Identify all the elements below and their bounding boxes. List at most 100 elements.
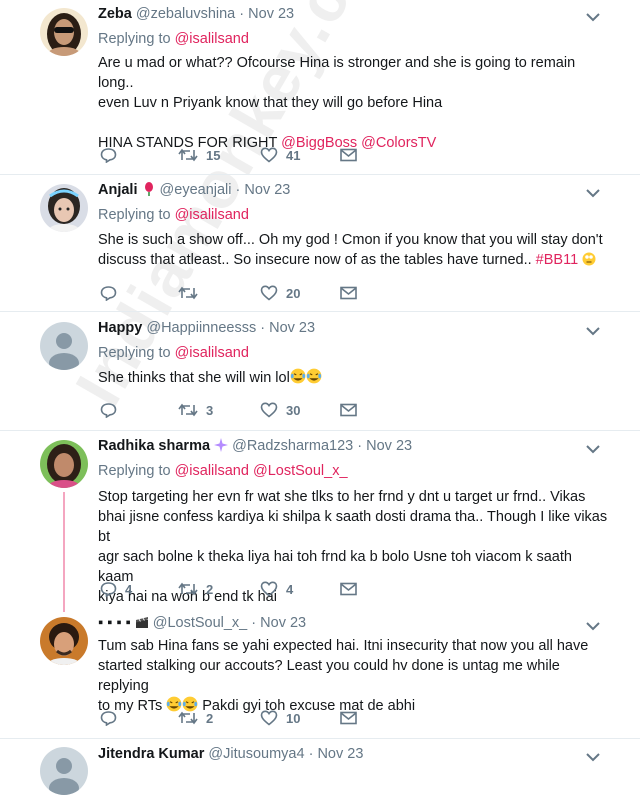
display-name[interactable]: Radhika sharma (98, 438, 210, 454)
mention-link[interactable]: @isalilsand (175, 207, 249, 223)
tweet-text-segment: She thinks that she will win lol (98, 370, 290, 386)
tweet-header: Happy @Happiinneesss · Nov 23 (98, 320, 315, 340)
username[interactable]: @Jitusoumya4 (208, 746, 304, 762)
like-button[interactable]: 4 (260, 579, 293, 599)
replying-to: Replying to @isalilsand (98, 345, 249, 361)
like-button[interactable]: 30 (260, 400, 300, 420)
dot-separator: · (308, 746, 314, 762)
tweet-header: Jitendra Kumar @Jitusoumya4 · Nov 23 (98, 746, 363, 766)
timestamp[interactable]: Nov 23 (269, 320, 315, 336)
retweet-count: 3 (206, 402, 214, 418)
timestamp[interactable]: Nov 23 (366, 438, 412, 454)
username[interactable]: @LostSoul_x_ (153, 615, 248, 631)
envelope-icon (340, 403, 357, 417)
chevron-down-icon[interactable] (586, 752, 600, 762)
display-name[interactable]: Anjali (98, 182, 137, 198)
message-button[interactable] (340, 145, 357, 165)
timestamp[interactable]: Nov 23 (260, 615, 306, 631)
divider (0, 430, 640, 431)
dot-separator: · (357, 438, 363, 454)
tweet-actions: 2 10 (100, 708, 400, 728)
tweet-actions: 20 (100, 283, 400, 303)
tweet-line: even Luv n Priyank know that they will g… (98, 95, 443, 111)
tweet-actions: 15 41 (100, 145, 400, 165)
like-count: 20 (286, 285, 301, 301)
timestamp[interactable]: Nov 23 (244, 182, 290, 198)
display-name[interactable]: Zeba (98, 6, 132, 22)
reply-button[interactable] (100, 283, 117, 303)
mention-link[interactable]: @isalilsand (175, 31, 249, 47)
reply-button[interactable]: 4 (100, 579, 132, 599)
reply-icon (100, 403, 117, 418)
tweet-line: started stalking our accouts? Least you … (98, 658, 560, 694)
retweet-button[interactable] (178, 283, 206, 303)
reply-icon (100, 286, 117, 301)
message-button[interactable] (340, 400, 357, 420)
retweet-button[interactable]: 2 (178, 579, 213, 599)
retweet-button[interactable]: 2 (178, 708, 213, 728)
avatar[interactable] (40, 184, 88, 232)
display-name[interactable]: Happy (98, 320, 142, 336)
eye-roll-emoji-icon (582, 252, 596, 266)
tweet-line: Are u mad or what?? Ofcourse Hina is str… (98, 55, 576, 91)
like-button[interactable]: 20 (260, 283, 300, 303)
mention-link[interactable]: @LostSoul_x_ (253, 463, 348, 479)
retweet-icon (178, 711, 198, 725)
thread-line (63, 492, 65, 612)
username[interactable]: @zebaluvshina (136, 6, 235, 22)
username[interactable]: @Radzsharma123 (232, 438, 353, 454)
display-name[interactable]: Jitendra Kumar (98, 746, 204, 762)
message-button[interactable] (340, 708, 357, 728)
dot-separator: · (239, 6, 245, 22)
chevron-down-icon[interactable] (586, 621, 600, 631)
replying-to: Replying to @isalilsand (98, 31, 249, 47)
reply-button[interactable] (100, 400, 117, 420)
avatar[interactable] (40, 617, 88, 665)
avatar[interactable] (40, 322, 88, 370)
timestamp[interactable]: Nov 23 (317, 746, 363, 762)
tweet-text: She is such a show off... Oh my god ! Cm… (98, 230, 608, 270)
envelope-icon (340, 148, 357, 162)
tweet-line: She is such a show off... Oh my god ! Cm… (98, 232, 603, 248)
like-count: 30 (286, 402, 301, 418)
message-button[interactable] (340, 579, 357, 599)
mention-link[interactable]: @isalilsand (175, 463, 249, 479)
like-button[interactable]: 41 (260, 145, 300, 165)
chevron-down-icon[interactable] (586, 444, 600, 454)
tweet-text: She thinks that she will win lol (98, 368, 608, 388)
chevron-down-icon[interactable] (586, 12, 600, 22)
avatar[interactable] (40, 747, 88, 795)
chevron-down-icon[interactable] (586, 188, 600, 198)
avatar[interactable] (40, 8, 88, 56)
reply-button[interactable] (100, 708, 117, 728)
username[interactable]: @eyeanjali (160, 182, 232, 198)
mention-link[interactable]: @isalilsand (175, 345, 249, 361)
chevron-down-icon[interactable] (586, 326, 600, 336)
like-count: 41 (286, 147, 301, 163)
replying-to-label: Replying to (98, 463, 171, 479)
tweet-line: bhai jisne confess kardiya ki shilpa k s… (98, 509, 608, 545)
hashtag-link[interactable]: #BB11 (536, 252, 578, 268)
retweet-button[interactable]: 15 (178, 145, 220, 165)
laughing-emoji-icon (290, 368, 306, 384)
timestamp[interactable]: Nov 23 (248, 6, 294, 22)
tweet-line: Tum sab Hina fans se yahi expected hai. … (98, 638, 589, 654)
reply-count: 4 (125, 581, 133, 597)
sparkles-icon (214, 438, 229, 452)
tweet-actions: 4 2 4 (100, 579, 400, 599)
dot-separator: · (260, 320, 266, 336)
envelope-icon (340, 286, 357, 300)
dot-separator: · (235, 182, 241, 198)
tweet-text: Are u mad or what?? Ofcourse Hina is str… (98, 53, 608, 153)
retweet-button[interactable]: 3 (178, 400, 213, 420)
avatar[interactable] (40, 440, 88, 488)
like-button[interactable]: 10 (260, 708, 300, 728)
username[interactable]: @Happiinneesss (146, 320, 256, 336)
reply-button[interactable] (100, 145, 117, 165)
retweet-count: 2 (206, 581, 214, 597)
message-button[interactable] (340, 283, 357, 303)
tweet-line: She thinks that she will win lol (98, 368, 608, 388)
dot-separator: · (251, 615, 257, 631)
display-name[interactable]: ▪ ▪ ▪ ▪ (98, 615, 131, 631)
balloon-icon (144, 182, 153, 196)
